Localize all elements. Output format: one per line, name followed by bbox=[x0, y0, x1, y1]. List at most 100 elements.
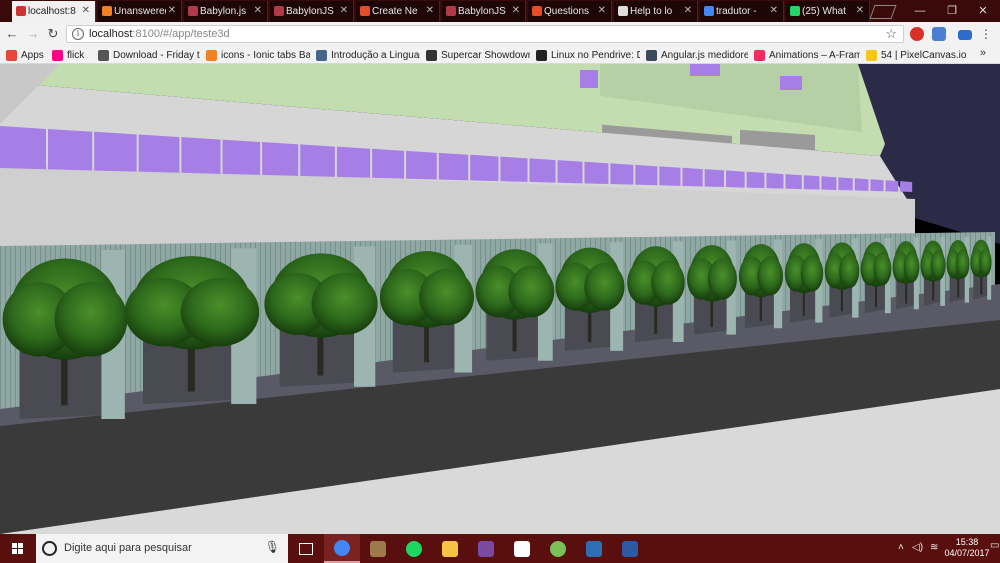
tab-title: Help to lo bbox=[630, 6, 673, 17]
bookmark-label: 54 | PixelCanvas.io bbox=[881, 49, 967, 61]
bookmark-item[interactable]: Supercar Showdown bbox=[426, 48, 530, 62]
clock-date: 04/07/2017 bbox=[944, 548, 990, 558]
facade-window bbox=[438, 152, 469, 181]
tab-close-icon[interactable]: ✕ bbox=[770, 5, 778, 16]
microphone-icon[interactable]: 🎙 bbox=[265, 540, 280, 554]
bookmarks-more-icon[interactable]: » bbox=[980, 47, 986, 59]
task-view-taskbar-button[interactable] bbox=[288, 534, 324, 563]
tab-title: (25) What bbox=[802, 6, 846, 17]
bookmark-star-icon[interactable]: ☆ bbox=[885, 26, 897, 42]
virtualbox-taskbar-button[interactable] bbox=[576, 534, 612, 563]
bookmark-item[interactable]: Animations – A-Fram bbox=[754, 48, 860, 62]
tab-close-icon[interactable]: ✕ bbox=[254, 5, 262, 16]
mail-taskbar-button[interactable] bbox=[504, 534, 540, 563]
windows-start-button[interactable] bbox=[0, 534, 36, 563]
wifi-icon[interactable]: ≋ bbox=[930, 542, 938, 553]
facade-window bbox=[785, 174, 802, 190]
facade-window bbox=[372, 148, 405, 179]
tab-close-icon[interactable]: ✕ bbox=[426, 5, 434, 16]
bookmark-item[interactable]: Introdução a Linguag bbox=[316, 48, 420, 62]
supercar-icon bbox=[426, 49, 437, 61]
shield-icon bbox=[316, 49, 327, 61]
browser-tab[interactable]: Create Ne ✕ bbox=[356, 1, 440, 22]
browser-tab[interactable]: BabylonJS ✕ bbox=[442, 1, 526, 22]
browser-tab[interactable]: BabylonJS ✕ bbox=[270, 1, 354, 22]
reload-icon[interactable]: ↻ bbox=[45, 26, 61, 42]
tab-favicon-icon bbox=[102, 6, 112, 16]
bookmark-label: Apps bbox=[21, 49, 44, 61]
stackoverflow-icon bbox=[206, 49, 217, 61]
tab-close-icon[interactable]: ✕ bbox=[856, 5, 864, 16]
android-studio-taskbar-button[interactable] bbox=[540, 534, 576, 563]
browser-tab[interactable]: Babylon.js ✕ bbox=[184, 1, 268, 22]
facade-window bbox=[870, 179, 884, 192]
bookmark-item[interactable]: icons - Ionic tabs Bac bbox=[206, 48, 310, 62]
tab-close-icon[interactable]: ✕ bbox=[82, 5, 90, 16]
facade-window bbox=[704, 169, 725, 188]
bookmark-label: Animations – A-Fram bbox=[769, 49, 860, 61]
site-info-icon[interactable]: i bbox=[72, 28, 84, 40]
minimize-button[interactable]: — bbox=[905, 0, 935, 22]
clock[interactable]: 15:38 04/07/2017 bbox=[943, 537, 991, 559]
tab-title: tradutor - bbox=[716, 6, 757, 17]
facade-window bbox=[584, 161, 609, 185]
browser-tab[interactable]: localhost:8 ✕ bbox=[12, 1, 96, 22]
tab-close-icon[interactable]: ✕ bbox=[598, 5, 606, 16]
file-explorer-taskbar-button[interactable] bbox=[432, 534, 468, 563]
speaker-icon[interactable]: ◁) bbox=[912, 542, 923, 553]
forward-arrow-icon[interactable]: → bbox=[25, 26, 41, 42]
tree-canopy bbox=[311, 273, 378, 335]
powershell-taskbar-button[interactable] bbox=[612, 534, 648, 563]
menu-dots-icon[interactable]: ⋮ bbox=[978, 26, 994, 42]
browser-tab[interactable]: Questions ✕ bbox=[528, 1, 612, 22]
browser-tab[interactable]: Help to lo ✕ bbox=[614, 1, 698, 22]
facade-window bbox=[500, 156, 528, 182]
url-text[interactable]: localhost:8100/#/app/teste3d bbox=[89, 28, 230, 40]
bookmark-item[interactable]: Apps bbox=[6, 48, 44, 62]
browser-tab[interactable]: tradutor - ✕ bbox=[700, 1, 784, 22]
taskbar-search-box[interactable]: Digite aqui para pesquisar 🎙 bbox=[36, 534, 288, 563]
chrome-taskbar-button[interactable] bbox=[324, 534, 360, 563]
scene-render bbox=[0, 64, 1000, 534]
tab-close-icon[interactable]: ✕ bbox=[684, 5, 692, 16]
tree-canopy bbox=[419, 268, 475, 326]
opera-vpn-extension-icon[interactable] bbox=[910, 27, 924, 41]
spotify-taskbar-button[interactable] bbox=[396, 534, 432, 563]
chevron-up-icon[interactable]: ˄ bbox=[898, 542, 904, 553]
winrar-taskbar-button[interactable] bbox=[468, 534, 504, 563]
browser-tab[interactable]: Unanswered ✕ bbox=[98, 1, 182, 22]
back-arrow-icon[interactable]: ← bbox=[4, 26, 20, 42]
bookmark-item[interactable]: 54 | PixelCanvas.io bbox=[866, 48, 966, 62]
babylon-3d-canvas[interactable] bbox=[0, 64, 1000, 534]
bookmark-item[interactable]: Download - Friday th bbox=[98, 48, 200, 62]
game-app-taskbar-button[interactable] bbox=[360, 534, 396, 563]
close-window-button[interactable]: ✕ bbox=[968, 0, 998, 22]
notifications-icon[interactable]: ▭ bbox=[990, 540, 999, 551]
facade-window bbox=[336, 146, 371, 178]
maximize-button[interactable]: ❐ bbox=[937, 0, 967, 22]
new-tab-button[interactable] bbox=[869, 5, 897, 19]
browser-tab[interactable]: (25) What ✕ bbox=[786, 1, 870, 22]
tab-favicon-icon bbox=[274, 6, 284, 16]
facade-window bbox=[803, 175, 820, 190]
facade-window bbox=[726, 170, 745, 188]
tab-close-icon[interactable]: ✕ bbox=[512, 5, 520, 16]
bookmark-label: icons - Ionic tabs Bac bbox=[221, 49, 310, 61]
facade-window bbox=[766, 172, 784, 189]
translate-extension-icon[interactable] bbox=[932, 27, 946, 41]
bookmark-item[interactable]: flick bbox=[52, 48, 84, 62]
facade-window bbox=[885, 180, 899, 192]
bookmark-item[interactable]: Angular.js medidores bbox=[646, 48, 748, 62]
facade-window bbox=[300, 144, 335, 177]
address-bar[interactable]: i localhost:8100/#/app/teste3d ☆ bbox=[66, 25, 904, 43]
page-icon bbox=[98, 49, 109, 61]
bookmark-item[interactable]: Linux no Pendrive: De bbox=[536, 48, 640, 62]
facade-window bbox=[659, 166, 681, 186]
powershell-icon bbox=[622, 540, 638, 557]
cast-extension-icon[interactable] bbox=[958, 30, 972, 40]
tab-close-icon[interactable]: ✕ bbox=[340, 5, 348, 16]
tab-close-icon[interactable]: ✕ bbox=[168, 5, 176, 16]
tab-title: localhost:8 bbox=[28, 6, 76, 17]
tab-favicon-icon bbox=[704, 6, 714, 16]
tree-canopy bbox=[651, 260, 685, 305]
